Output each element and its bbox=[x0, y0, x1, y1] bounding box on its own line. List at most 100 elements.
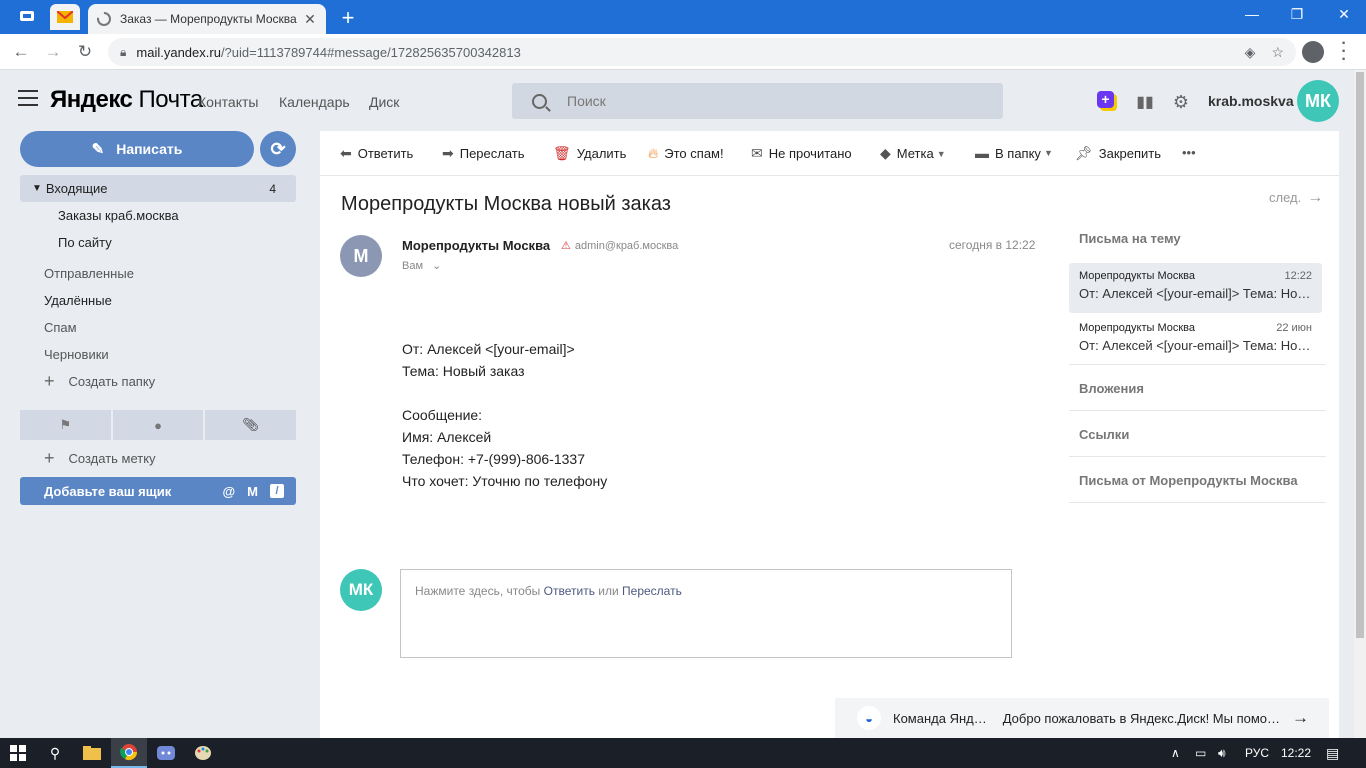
menu-icon[interactable] bbox=[18, 90, 38, 108]
label-filter-bar: ⚑ ● 📎︎ bbox=[20, 410, 297, 440]
flag-filter[interactable]: ⚑ bbox=[20, 410, 111, 440]
minimize-button[interactable]: — bbox=[1242, 6, 1262, 22]
username[interactable]: krab.moskva bbox=[1208, 93, 1294, 109]
pinned-tab-chat[interactable] bbox=[12, 4, 42, 30]
paint-icon[interactable] bbox=[185, 738, 221, 768]
arrow-right-icon[interactable]: → bbox=[1292, 708, 1309, 728]
theme-icon[interactable]: ▮▮ bbox=[1135, 92, 1155, 112]
compose-label: Написать bbox=[116, 141, 183, 157]
folder-drafts[interactable]: Черновики bbox=[20, 341, 296, 368]
attachments-section[interactable]: Вложения bbox=[1079, 381, 1144, 396]
folder-spam[interactable]: Спам bbox=[20, 314, 296, 341]
delete-button[interactable]: 🗑︎ Удалить bbox=[553, 145, 626, 162]
profile-icon[interactable] bbox=[1302, 41, 1324, 63]
folder-deleted[interactable]: Удалённые bbox=[20, 287, 296, 314]
next-message-link[interactable]: след. → bbox=[1269, 189, 1323, 207]
compose-button[interactable]: ✎ Написать bbox=[20, 131, 254, 167]
reply-or-text: или bbox=[594, 584, 623, 598]
refresh-button[interactable]: ⟳ bbox=[260, 131, 296, 167]
mark-unread-button[interactable]: ✉ Не прочитано bbox=[751, 145, 852, 162]
collapse-triangle-icon[interactable]: ▼ bbox=[32, 183, 42, 194]
move-to-folder-button[interactable]: ▬ В папку ▼ bbox=[975, 145, 1053, 161]
folder-sent[interactable]: Отправленные bbox=[20, 260, 296, 287]
file-explorer-icon[interactable] bbox=[74, 738, 110, 768]
bookmark-star-icon[interactable]: ☆ bbox=[1271, 44, 1284, 61]
volume-icon[interactable]: 🔊︎ bbox=[1218, 746, 1226, 761]
windows-taskbar: ⚲ ∧ ▭ 🔊︎ РУС 12:22 ▤ bbox=[0, 738, 1366, 768]
yandex-mail-logo[interactable]: Яндекс Почта bbox=[50, 86, 203, 114]
page-scrollbar[interactable] bbox=[1354, 70, 1366, 738]
body-line: Имя: Алексей bbox=[402, 429, 492, 445]
quick-reply-box[interactable]: Нажмите здесь, чтобы Ответить или Пересл… bbox=[400, 569, 1012, 658]
quick-forward-link[interactable]: Переслать bbox=[622, 584, 682, 598]
notification-bar[interactable]: ◒ Команда Янд… Добро пожаловать в Яндекс… bbox=[835, 698, 1329, 738]
sender-name[interactable]: Морепродукты Москва bbox=[402, 238, 550, 253]
quick-reply-link[interactable]: Ответить bbox=[544, 584, 595, 598]
clock[interactable]: 12:22 bbox=[1281, 746, 1311, 760]
attachment-filter[interactable]: 📎︎ bbox=[205, 410, 297, 440]
browser-menu-icon[interactable]: · · · bbox=[1336, 36, 1352, 68]
sender-avatar[interactable]: М bbox=[340, 235, 382, 277]
yandex-plus-icon[interactable]: + bbox=[1097, 91, 1114, 108]
spam-label: Это спам! bbox=[664, 146, 724, 161]
input-language[interactable]: РУС bbox=[1245, 746, 1269, 760]
thread-item[interactable]: Морепродукты Москва 12:22 От: Алексей <[… bbox=[1069, 263, 1322, 313]
add-mailbox-button[interactable]: Добавьте ваш ящик @ M / bbox=[20, 477, 296, 505]
create-label-link[interactable]: + Создать метку bbox=[20, 445, 296, 472]
windows-start-icon[interactable] bbox=[0, 738, 36, 768]
message-date: сегодня в 12:22 bbox=[949, 238, 1036, 252]
unread-filter[interactable]: ● bbox=[112, 410, 204, 440]
address-bar[interactable]: 🔒︎ mail.yandex.ru/?uid=1113789744#messag… bbox=[108, 38, 1296, 66]
browser-tab-active[interactable]: Заказ — Морепродукты Москва ✕ bbox=[88, 4, 326, 34]
search-input[interactable]: Поиск bbox=[512, 83, 1003, 119]
thread-time: 12:22 bbox=[1284, 270, 1312, 282]
create-folder-link[interactable]: + Создать папку bbox=[20, 368, 296, 395]
plus-icon: + bbox=[44, 448, 55, 468]
nav-contacts[interactable]: Контакты bbox=[198, 94, 258, 110]
message-body: От: Алексей <[your-email]> Тема: Новый з… bbox=[402, 338, 607, 492]
discord-icon[interactable] bbox=[148, 738, 184, 768]
divider bbox=[1069, 410, 1326, 411]
chrome-icon[interactable] bbox=[111, 738, 147, 768]
thread-item[interactable]: Морепродукты Москва 22 июн От: Алексей <… bbox=[1069, 315, 1322, 365]
nav-calendar[interactable]: Календарь bbox=[279, 94, 350, 110]
folder-by-site[interactable]: По сайту bbox=[20, 229, 296, 256]
chevron-down-icon: ⌄ bbox=[432, 260, 442, 272]
tray-chevron-up-icon[interactable]: ∧ bbox=[1171, 746, 1180, 760]
trash-icon: 🗑︎ bbox=[553, 145, 571, 161]
loading-icon bbox=[97, 12, 111, 26]
search-icon[interactable]: ⚲ bbox=[37, 738, 73, 768]
label-button[interactable]: ◆ Метка ▼ bbox=[880, 145, 946, 162]
pin-button[interactable]: 📌︎ Закрепить bbox=[1075, 145, 1161, 162]
back-icon[interactable]: ← bbox=[10, 41, 32, 63]
folder-inbox[interactable]: ▼ Входящие 4 bbox=[20, 175, 296, 202]
maximize-button[interactable]: ❐ bbox=[1287, 6, 1307, 23]
forward-button[interactable]: ➡ Переслать bbox=[442, 145, 525, 162]
new-tab-button[interactable]: + bbox=[336, 5, 360, 31]
fire-icon: 🔥︎ bbox=[648, 145, 659, 161]
body-line: Сообщение: bbox=[402, 407, 483, 423]
settings-gear-icon[interactable]: ⚙ bbox=[1171, 92, 1191, 112]
reload-icon[interactable]: ↻ bbox=[74, 41, 96, 63]
links-section[interactable]: Ссылки bbox=[1079, 427, 1129, 442]
envelope-icon: ✉ bbox=[751, 145, 763, 161]
recipient-line[interactable]: Вам ⌄ bbox=[402, 259, 441, 272]
sender-letters-section[interactable]: Письма от Морепродукты Москва bbox=[1079, 473, 1298, 488]
extension-icon[interactable]: ◈ bbox=[1245, 44, 1256, 61]
forward-icon[interactable]: → bbox=[42, 41, 64, 63]
network-icon[interactable]: ▭ bbox=[1195, 746, 1206, 760]
user-avatar[interactable]: МК bbox=[1297, 80, 1339, 122]
spam-button[interactable]: 🔥︎ Это спам! bbox=[648, 145, 724, 162]
folder-orders[interactable]: Заказы краб.москва bbox=[20, 202, 296, 229]
close-window-button[interactable]: ✕ bbox=[1334, 6, 1354, 23]
folder-label: Входящие bbox=[45, 181, 108, 196]
pinned-tab-mail[interactable] bbox=[50, 4, 80, 30]
reply-button[interactable]: ⬅ Ответить bbox=[340, 145, 413, 162]
sender-email[interactable]: ⚠ admin@краб.москва bbox=[561, 239, 678, 252]
nav-disk[interactable]: Диск bbox=[369, 94, 399, 110]
action-center-icon[interactable]: ▤ bbox=[1326, 745, 1339, 762]
more-button[interactable]: ••• bbox=[1182, 145, 1196, 160]
folder-label: Отправленные bbox=[44, 266, 134, 281]
scroll-thumb[interactable] bbox=[1356, 72, 1364, 638]
tab-close-button[interactable]: ✕ bbox=[302, 11, 318, 28]
